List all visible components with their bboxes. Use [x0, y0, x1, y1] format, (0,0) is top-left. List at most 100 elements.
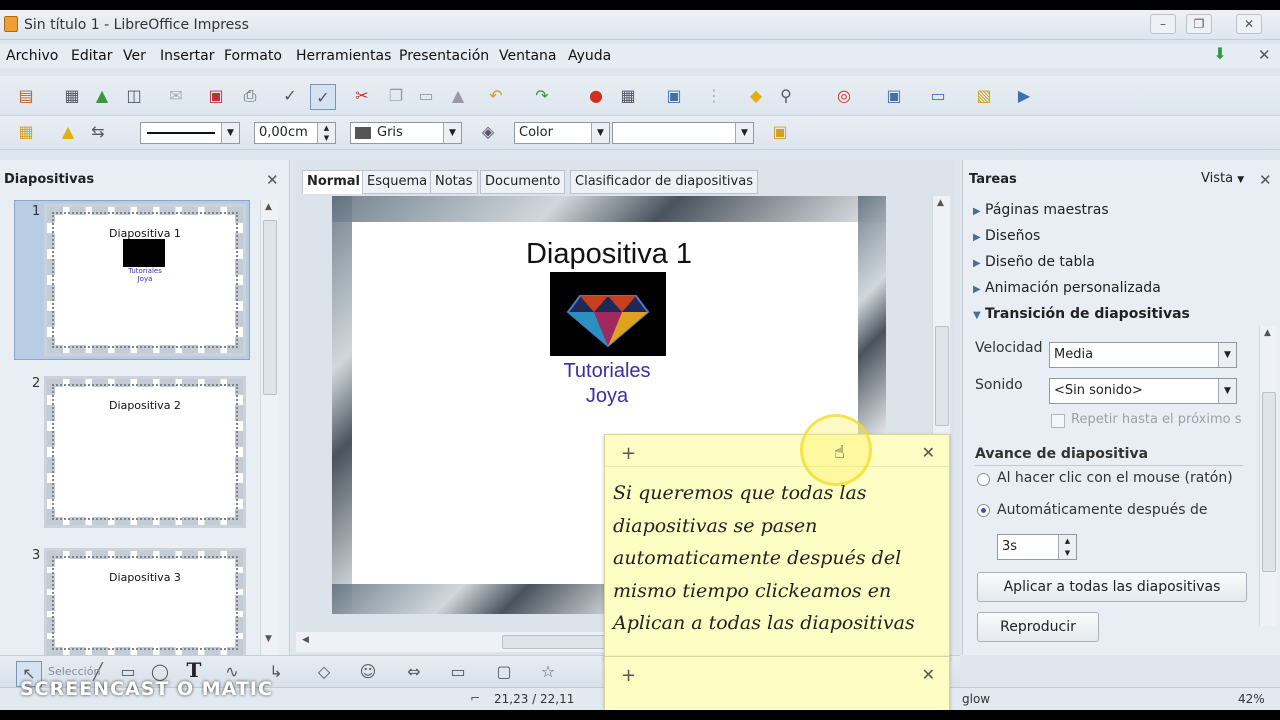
section-paginas-maestras[interactable]: ▶ Páginas maestras: [973, 202, 1109, 218]
update-icon[interactable]: ⬇: [1210, 44, 1230, 64]
diamond-image[interactable]: [550, 272, 666, 356]
scroll-thumb[interactable]: [502, 635, 612, 649]
arrow-style-icon[interactable]: ⇆: [88, 122, 108, 142]
open-icon[interactable]: ▦: [62, 86, 82, 106]
stars-icon[interactable]: ☆: [538, 662, 558, 682]
scroll-thumb[interactable]: [1262, 392, 1276, 572]
zoom-icon[interactable]: ⚲: [776, 86, 796, 106]
fill-mode-select[interactable]: Color ▼: [514, 122, 610, 144]
block-arrows-icon[interactable]: ⇔: [404, 662, 424, 682]
tab-documento[interactable]: Documento: [480, 170, 566, 194]
scroll-down-icon[interactable]: ▼: [265, 634, 272, 644]
menu-archivo[interactable]: Archivo: [6, 48, 58, 64]
shadow-icon[interactable]: ▣: [770, 122, 790, 142]
flowchart-icon[interactable]: ▭: [448, 662, 468, 682]
fill-value-select[interactable]: ▼: [612, 122, 754, 144]
menu-insertar[interactable]: Insertar: [160, 48, 215, 64]
slide-thumbnail-2[interactable]: Diapositiva 2: [44, 376, 246, 528]
menu-formato[interactable]: Formato: [224, 48, 282, 64]
close-icon[interactable]: ✕: [266, 171, 279, 189]
menu-editar[interactable]: Editar: [71, 48, 112, 64]
new-icon[interactable]: ▤: [16, 86, 36, 106]
area-fill-icon[interactable]: ◈: [478, 122, 498, 142]
scroll-up-icon[interactable]: ▲: [937, 198, 944, 208]
edit-file-icon[interactable]: ▲: [92, 86, 112, 106]
tab-notas[interactable]: Notas: [430, 170, 478, 194]
menu-presentacion[interactable]: Presentación: [399, 48, 489, 64]
slide-thumbnail-3[interactable]: Diapositiva 3: [44, 548, 246, 658]
line-width-field[interactable]: 0,00cm ▲ ▼: [254, 122, 336, 144]
help-icon[interactable]: ◎: [834, 86, 854, 106]
export-pdf-icon[interactable]: ▣: [206, 86, 226, 106]
scroll-up-icon[interactable]: ▲: [1264, 328, 1271, 338]
repeat-checkbox[interactable]: [1051, 414, 1065, 428]
close-note-icon[interactable]: ✕: [922, 443, 935, 462]
auto-time-field[interactable]: 3s ▲ ▼: [997, 534, 1077, 560]
view-menu[interactable]: Vista ▼: [1201, 171, 1244, 186]
add-note-icon[interactable]: +: [621, 443, 636, 464]
line-color-select[interactable]: Gris ▼: [350, 122, 462, 144]
add-note-icon[interactable]: +: [621, 665, 636, 686]
paste-icon[interactable]: ▭: [416, 86, 436, 106]
scroll-thumb[interactable]: [263, 220, 277, 395]
undo-icon[interactable]: ↶: [486, 86, 506, 106]
chart-icon[interactable]: ●: [586, 86, 606, 106]
autospell-icon[interactable]: ✓: [310, 84, 336, 110]
tab-clasificador[interactable]: Clasificador de diapositivas: [570, 170, 758, 194]
close-window-button[interactable]: ✕: [1236, 14, 1262, 34]
menu-herramientas[interactable]: Herramientas: [296, 48, 391, 64]
slides-scrollbar[interactable]: ▲ ▼: [260, 200, 278, 655]
slide-thumbnail-1[interactable]: Diapositiva 1 Tutoriales Joya: [44, 204, 246, 356]
styles-icon[interactable]: ▦: [16, 122, 36, 142]
play-button[interactable]: Reproducir: [977, 612, 1099, 642]
zoom-level[interactable]: 42%: [1238, 692, 1265, 706]
spellcheck-icon[interactable]: ✓: [280, 86, 300, 106]
slide-subtitle-2[interactable]: Joya: [482, 385, 732, 408]
display-views-icon[interactable]: ▣: [884, 86, 904, 106]
speed-select[interactable]: Media ▼: [1049, 342, 1237, 368]
tab-normal[interactable]: Normal: [302, 170, 365, 194]
copy-icon[interactable]: ❐: [386, 86, 406, 106]
line-style-select[interactable]: ▼: [140, 122, 240, 144]
cut-icon[interactable]: ✂: [352, 86, 372, 106]
master-slide-icon[interactable]: ▧: [974, 86, 994, 106]
radio-on-click[interactable]: [977, 473, 990, 486]
image-icon[interactable]: ▣: [664, 86, 684, 106]
scroll-thumb[interactable]: [935, 326, 949, 426]
menu-ventana[interactable]: Ventana: [499, 48, 557, 64]
close-icon[interactable]: ✕: [1259, 171, 1272, 189]
scroll-left-icon[interactable]: ◀: [302, 635, 309, 645]
close-note-icon[interactable]: ✕: [922, 665, 935, 684]
minimize-button[interactable]: –: [1150, 14, 1176, 34]
slide-icon[interactable]: ▭: [928, 86, 948, 106]
radio-automatic[interactable]: [977, 504, 990, 517]
text-tool-icon[interactable]: T: [184, 660, 204, 680]
glue-points-icon[interactable]: ◆: [746, 86, 766, 106]
tab-esquema[interactable]: Esquema: [362, 170, 433, 194]
apply-all-button[interactable]: Aplicar a todas las diapositivas: [977, 572, 1247, 602]
sound-select[interactable]: <Sin sonido> ▼: [1049, 378, 1237, 404]
section-diseno-tabla[interactable]: ▶ Diseño de tabla: [973, 254, 1095, 270]
scroll-up-icon[interactable]: ▲: [265, 202, 272, 212]
table-icon[interactable]: ▦: [618, 86, 638, 106]
symbol-shapes-icon[interactable]: ☺: [358, 662, 378, 682]
line-icon[interactable]: ▲: [58, 122, 78, 142]
grid-icon[interactable]: ⋮: [704, 86, 724, 106]
slide-subtitle-1[interactable]: Tutoriales: [482, 360, 732, 383]
menu-ayuda[interactable]: Ayuda: [568, 48, 611, 64]
menu-ver[interactable]: Ver: [123, 48, 146, 64]
maximize-button[interactable]: ❐: [1186, 14, 1212, 34]
save-icon[interactable]: ◫: [124, 86, 144, 106]
redo-icon[interactable]: ↷: [532, 86, 552, 106]
slideshow-icon[interactable]: ▶: [1014, 86, 1034, 106]
email-icon[interactable]: ✉: [166, 86, 186, 106]
tasks-scrollbar[interactable]: ▲: [1259, 326, 1277, 626]
basic-shapes-icon[interactable]: ◇: [314, 662, 334, 682]
section-transicion[interactable]: ▼ Transición de diapositivas: [973, 306, 1190, 322]
section-animacion[interactable]: ▶ Animación personalizada: [973, 280, 1161, 296]
slide-title[interactable]: Diapositiva 1: [332, 238, 886, 271]
clone-format-icon[interactable]: ▲: [448, 86, 468, 106]
close-document-button[interactable]: ✕: [1258, 46, 1271, 64]
section-disenos[interactable]: ▶ Diseños: [973, 228, 1040, 244]
callouts-icon[interactable]: ▢: [494, 662, 514, 682]
